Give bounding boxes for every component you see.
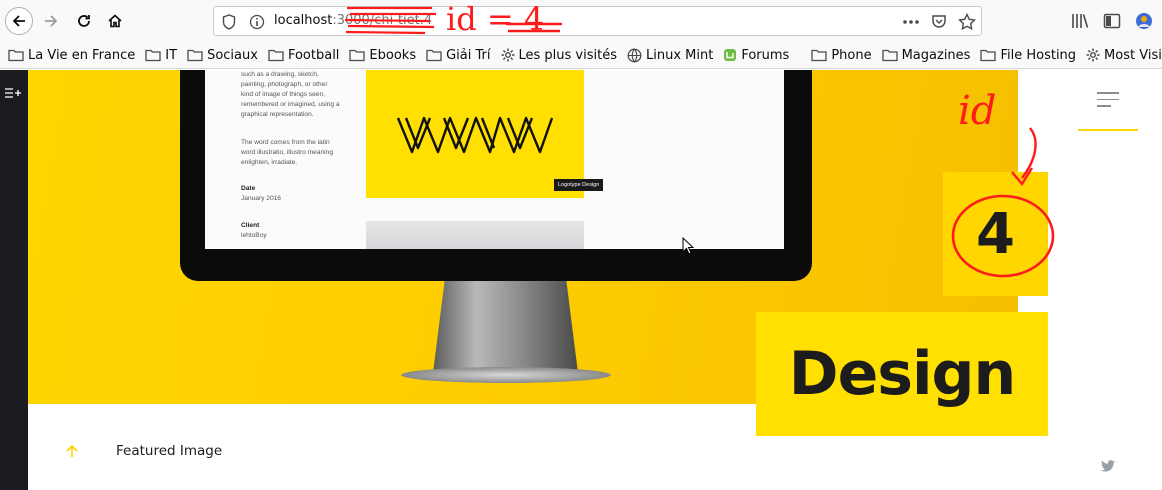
mint-icon (724, 49, 737, 61)
arrow-up-icon[interactable] (64, 443, 80, 459)
bookmark-label: Magazines (901, 47, 971, 63)
folder-icon (349, 49, 366, 62)
menu-underline (1078, 129, 1138, 131)
bookmark-item[interactable]: Giải Trí (426, 47, 491, 63)
home-button[interactable] (101, 7, 129, 35)
gear-icon (501, 48, 514, 62)
category-badge: Design (756, 312, 1048, 436)
menu-line (1097, 92, 1119, 94)
bookmark-label: Football (287, 47, 340, 63)
screen-client-value: lehtoBoy (241, 232, 267, 239)
bookmark-item[interactable]: Most Visited (1086, 48, 1162, 63)
bookmarks-bar: La Vie en France IT Sociaux Football Ebooks G… (0, 42, 1162, 69)
bookmark-item[interactable]: Les plus visités (501, 48, 617, 63)
bookmark-item[interactable]: Ebooks (349, 48, 416, 63)
monitor-base (401, 367, 611, 383)
screen-date-title: Date (241, 185, 256, 192)
category-title: Design (788, 339, 1016, 409)
sidebar-icon[interactable] (1103, 12, 1121, 30)
bookmark-label: IT (165, 47, 178, 63)
annotation-url-note: id = 4 (446, 0, 545, 38)
url-bar[interactable]: localhost:3000/chi-tiet.4 (213, 6, 982, 36)
shield-icon (222, 14, 236, 30)
monitor-stand (433, 281, 578, 373)
bookmark-item[interactable]: IT (145, 48, 177, 63)
sidebar-toggle-icon[interactable] (5, 88, 21, 98)
sidebar-strip (0, 70, 28, 490)
bookmark-item[interactable]: Phone (811, 47, 872, 63)
account-avatar-icon[interactable] (1135, 12, 1153, 30)
folder-icon (268, 49, 284, 62)
bookmark-label: Forums (741, 47, 790, 63)
screen-client-title: Client (241, 222, 260, 229)
bookmark-label: La Vie en France (28, 47, 136, 63)
bookmark-label: Giải Trí (446, 47, 491, 63)
reload-button[interactable] (70, 7, 98, 35)
bookmark-label: Most Visited (1104, 47, 1162, 63)
id-badge: 4 (943, 172, 1048, 296)
twitter-icon[interactable] (1101, 460, 1115, 472)
screen-paragraph-1: such as a drawing, sketch, painting, pho… (241, 71, 340, 118)
folder-icon (980, 49, 997, 62)
bookmark-label: Linux Mint (645, 47, 714, 63)
menu-button[interactable] (1097, 92, 1119, 112)
folder-icon (8, 49, 24, 62)
info-icon[interactable] (249, 14, 265, 30)
bookmark-item[interactable]: Linux Mint (627, 48, 713, 63)
pocket-icon[interactable] (930, 13, 948, 31)
wm-logo-icon (396, 116, 554, 154)
monitor-image: such as a drawing, sketch, painting, pho… (180, 70, 812, 281)
folder-icon (426, 49, 442, 62)
bookmark-label: Phone (831, 47, 872, 63)
folder-icon (811, 49, 827, 62)
url-host: localhost (274, 13, 333, 28)
screen-gray-card (366, 221, 584, 249)
library-icon[interactable] (1071, 12, 1089, 30)
screen-badge: Logotype Design (554, 179, 604, 191)
url-path: :3000/chi-tiet.4 (332, 13, 433, 28)
folder-icon (881, 49, 898, 62)
annotation-id-note: id (958, 88, 997, 134)
mouse-cursor-icon (682, 237, 694, 255)
arrow-left-icon (12, 15, 25, 27)
browser-toolbar: localhost:3000/chi-tiet.4 (0, 0, 1162, 42)
bookmark-label: Les plus visités (518, 47, 617, 63)
url-text[interactable]: localhost:3000/chi-tiet.4 (274, 13, 432, 28)
arrow-right-icon (45, 15, 58, 27)
featured-image-label: Featured Image (116, 443, 223, 459)
bookmark-item[interactable]: Sociaux (187, 48, 258, 63)
back-button[interactable] (5, 7, 33, 35)
monitor-screen: such as a drawing, sketch, painting, pho… (205, 70, 784, 249)
globe-icon (627, 48, 642, 62)
bookmark-star-icon[interactable] (958, 13, 976, 31)
reload-icon (78, 15, 90, 27)
gear-icon (1086, 48, 1100, 62)
folder-icon (145, 49, 161, 62)
bookmark-label: File Hosting (1000, 47, 1077, 63)
bookmark-item[interactable]: File Hosting (980, 48, 1076, 63)
home-icon (108, 14, 122, 28)
bookmark-label: Sociaux (207, 47, 258, 63)
bookmark-item[interactable]: Forums (723, 48, 789, 63)
more-icon[interactable] (902, 19, 920, 25)
menu-line (1097, 105, 1111, 107)
screen-date-value: January 2016 (241, 195, 281, 202)
folder-icon (187, 49, 203, 62)
bookmark-label: Ebooks (369, 47, 417, 63)
screen-logo-card (366, 70, 584, 198)
menu-line (1097, 98, 1119, 100)
bookmark-item[interactable]: Football (268, 48, 339, 63)
bookmark-item[interactable]: La Vie en France (8, 48, 135, 63)
forward-button[interactable] (37, 7, 65, 35)
screen-paragraph-2: The word comes from the latin word illus… (241, 139, 333, 166)
id-number: 4 (976, 201, 1015, 267)
bookmark-item[interactable]: Magazines (881, 47, 971, 63)
